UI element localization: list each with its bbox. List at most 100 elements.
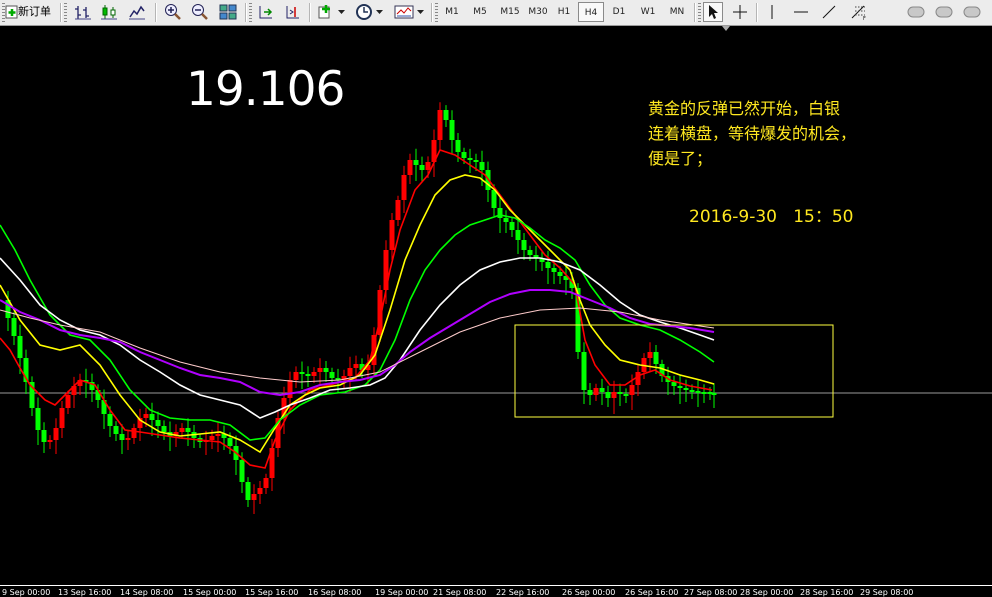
candle-body [647,352,653,358]
candle-body [503,218,509,222]
moving-average-yellow [0,174,715,454]
periods-clock-icon[interactable] [353,2,375,22]
vertical-line-icon[interactable] [763,2,781,22]
zoom-out-icon[interactable] [189,2,211,22]
candle-body [473,160,479,162]
timeframe-d1[interactable]: D1 [606,2,632,22]
horizontal-line-icon[interactable] [790,2,812,22]
candle-body [545,262,551,268]
candle-body [323,368,329,372]
chevron-down-icon[interactable] [375,2,385,22]
candle-body [455,140,461,152]
candle-body [329,372,335,378]
candle-body [677,386,683,388]
moving-average-red [0,149,713,469]
rectangle-label-icon[interactable] [934,2,954,22]
timeframe-m15[interactable]: M15 [496,2,524,22]
timeframe-m5[interactable]: M5 [467,2,493,22]
tile-windows-icon[interactable] [217,2,239,22]
candle-body [599,388,605,392]
candle-body [179,428,185,432]
timeframe-m1[interactable]: M1 [440,2,464,22]
templates-icon[interactable] [392,2,416,22]
candle-body [449,120,455,140]
toolbar-grip[interactable] [249,3,252,22]
timeframe-h4[interactable]: H4 [578,2,604,22]
candle-body [581,352,587,390]
candle-body [711,393,717,395]
chart-shift-icon[interactable] [282,2,304,22]
candle-body [125,438,131,440]
separator [431,3,433,22]
candle-body [557,272,563,276]
candle-body [17,336,23,358]
candle-body [155,420,161,426]
toolbar-grip[interactable] [64,3,67,22]
candle-body [35,408,41,430]
candle-body [347,368,353,376]
candle-body [653,352,659,364]
candle-body [47,440,53,442]
toolbar-grip[interactable] [435,3,438,22]
candle-body [629,385,635,395]
candlestick-chart-icon[interactable] [98,2,120,22]
comment-line: 连着横盘，等待爆发的机会， [648,124,857,143]
timeframe-mn[interactable]: MN [664,2,690,22]
candle-body [299,372,305,374]
moving-average-purple [0,289,715,397]
candle-body [107,414,113,426]
candle-body [401,175,407,200]
candle-body [317,368,323,372]
bar-chart-icon[interactable] [72,2,94,22]
candle-body [695,391,701,393]
candle-body [245,482,251,500]
chevron-down-icon[interactable] [337,2,347,22]
candle-body [149,414,155,420]
candle-body [443,110,449,120]
candle-body [527,250,533,255]
chevron-down-icon[interactable] [416,2,426,22]
auto-scroll-icon[interactable] [255,2,277,22]
arrow-label-icon[interactable] [962,2,982,22]
candle-body [215,434,221,436]
new-order-button[interactable]: 新订单 [18,2,51,22]
comment-line: 黄金的反弹已然开始，白银 [648,99,841,118]
separator [60,3,62,22]
candle-body [419,165,425,170]
indicators-icon[interactable] [315,2,337,22]
candle-body [53,428,59,440]
chart-shift-marker [722,26,730,31]
crosshair-icon[interactable] [730,2,750,22]
candle-body [185,428,191,432]
fibonacci-icon[interactable]: F [848,2,870,22]
candle-body [65,395,71,408]
candle-body [113,426,119,434]
timeframe-w1[interactable]: W1 [634,2,662,22]
text-label-icon[interactable] [906,2,926,22]
moving-average-pink [0,307,715,383]
candle-body [461,152,467,158]
timestamp-annotation: 2016-9-30 15：50 [689,207,854,227]
candle-body [131,428,137,438]
line-chart-icon[interactable] [126,2,148,22]
price-level-annotation: 19.106 [186,62,345,117]
candle-body [293,372,299,380]
candle-body [605,392,611,398]
timeframe-m30[interactable]: M30 [524,2,552,22]
candle-body [671,382,677,386]
candle-body [305,374,311,376]
timeframe-h1[interactable]: H1 [552,2,576,22]
candle-body [119,434,125,440]
cursor-icon[interactable] [703,2,723,22]
new-order-icon[interactable] [5,2,19,22]
candle-body [497,208,503,218]
candle-body [287,380,293,398]
trendline-icon[interactable] [818,2,840,22]
candle-body [593,388,599,395]
zoom-in-icon[interactable] [162,2,184,22]
candle-body [227,438,233,446]
toolbar-grip[interactable] [698,3,701,22]
candle-body [491,190,497,208]
candle-body [407,160,413,175]
candle-body [413,160,419,165]
